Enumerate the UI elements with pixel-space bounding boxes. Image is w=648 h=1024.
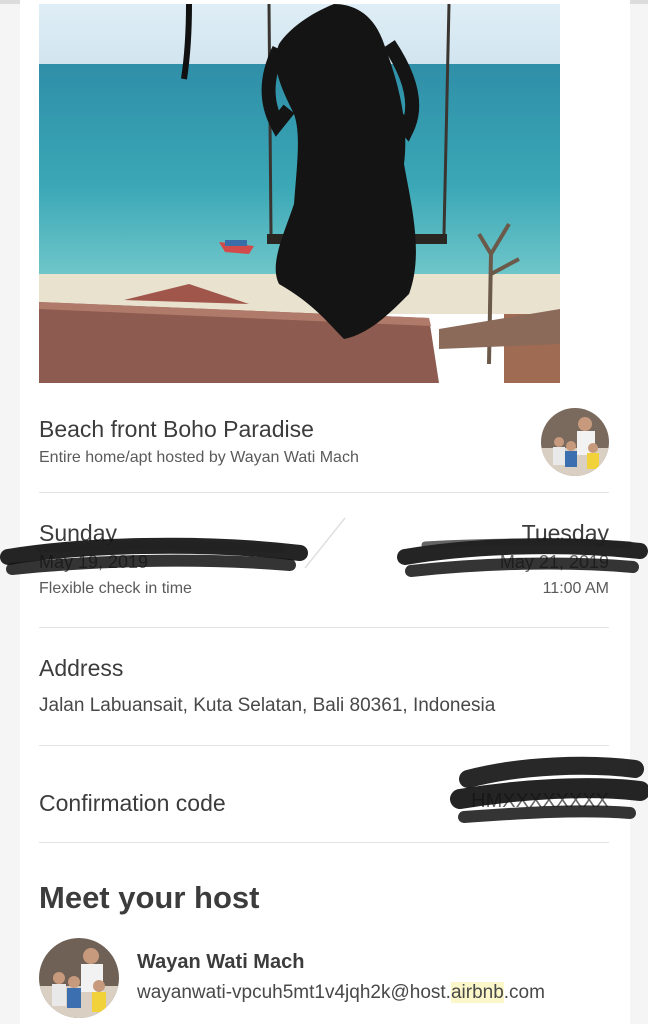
host-email[interactable]: wayanwati-vpcuh5mt1v4jqh2k@host.airbnb.c… <box>137 982 545 1004</box>
checkout-date: May 21, 2019 <box>499 552 609 572</box>
meet-host-heading: Meet your host <box>39 880 260 915</box>
host-avatar-small[interactable] <box>541 408 609 476</box>
checkout-day: Tuesday <box>521 520 609 546</box>
divider <box>39 842 609 843</box>
listing-subtitle: Entire home/apt hosted by Wayan Wati Mac… <box>39 449 359 466</box>
host-avatar[interactable] <box>39 938 119 1018</box>
checkin-day: Sunday <box>39 520 118 546</box>
checkin-date: May 19, 2019 <box>39 552 149 572</box>
host-name[interactable]: Wayan Wati Mach <box>137 951 304 974</box>
listing-title[interactable]: Beach front Boho Paradise <box>39 416 314 443</box>
listing-photo[interactable] <box>39 4 560 383</box>
checkin-note: Flexible check in time <box>39 580 192 597</box>
confirmation-code[interactable]: HMXXXXXXXX <box>471 790 609 813</box>
address-label: Address <box>39 655 124 681</box>
host-email-domain-highlight: airbnb <box>450 982 504 1003</box>
date-separator-icon <box>304 517 346 569</box>
checkout-time: 11:00 AM <box>542 580 609 597</box>
divider <box>39 745 609 746</box>
divider <box>39 492 609 493</box>
host-email-suffix: .com <box>503 982 545 1003</box>
address-value[interactable]: Jalan Labuansait, Kuta Selatan, Bali 803… <box>39 695 495 717</box>
host-email-prefix: wayanwati-vpcuh5mt1v4jqh2k@host. <box>137 982 451 1003</box>
divider <box>39 627 609 628</box>
confirmation-label: Confirmation code <box>39 790 226 816</box>
